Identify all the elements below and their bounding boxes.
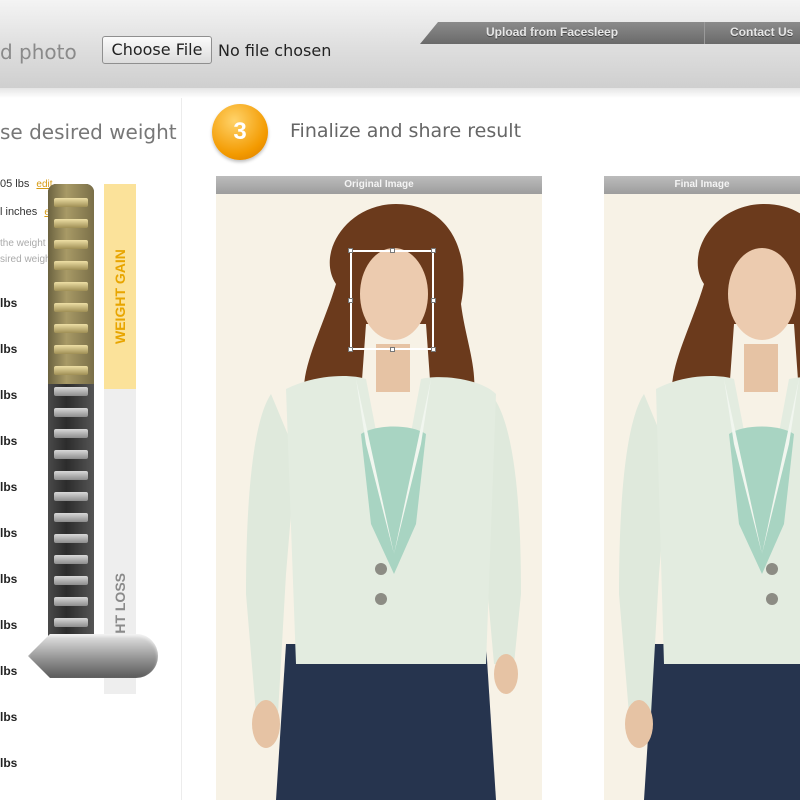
slider-tick [54,408,88,417]
original-image-header: Original Image [216,176,542,194]
original-image-panel: Original Image [216,176,542,800]
slider-tick [54,366,88,375]
slider-tick [54,240,88,249]
ruler-label: lbs [0,296,18,310]
weight-gain-label: WEIGHT GAIN [112,249,128,344]
tab-divider [704,22,705,44]
tab-contact-us[interactable]: Contact Us [730,25,793,43]
face-box-handle[interactable] [348,298,353,303]
face-box-handle[interactable] [390,347,395,352]
upload-step-title: d photo [0,40,77,64]
weight-gain-zone [48,184,94,384]
ruler-label: lbs [0,756,18,770]
ruler-label: lbs [0,342,18,356]
face-detection-box[interactable] [348,248,436,352]
final-image-panel: Final Image [604,176,800,800]
ruler-label: lbs [0,664,18,678]
face-box-handle[interactable] [390,248,395,253]
current-weight-row: 05 lbs edit [0,178,53,190]
face-box-handle[interactable] [348,347,353,352]
slider-tick [54,303,88,312]
weight-slider-track[interactable] [48,184,94,678]
final-image-header: Final Image [604,176,800,194]
slider-tick [54,597,88,606]
slider-tick [54,429,88,438]
ruler-label: lbs [0,710,18,724]
slider-tick [54,282,88,291]
current-height-value: l inches [0,206,38,218]
step-number-badge: 3 [212,104,268,160]
slider-tick [54,219,88,228]
slider-tick [54,450,88,459]
slider-tick [54,324,88,333]
toolbar-shadow [0,88,800,98]
slider-tick [54,576,88,585]
weight-gain-band: WEIGHT GAIN [104,184,136,389]
face-box-handle[interactable] [431,248,436,253]
slider-tick [54,492,88,501]
slider-tick [54,345,88,354]
tab-upload-from-facesleep[interactable]: Upload from Facesleep [486,25,618,43]
slider-tick [54,618,88,627]
ruler-label: lbs [0,618,18,632]
result-step-title: Finalize and share result [290,120,522,142]
ruler-label: lbs [0,572,18,586]
file-status-text: No file chosen [218,41,332,60]
top-toolbar: Upload from Facesleep Contact Us d photo… [0,0,800,88]
face-box-handle[interactable] [431,298,436,303]
final-person-photo [604,194,800,800]
ruler-label: lbs [0,388,18,402]
slider-tick [54,513,88,522]
slider-tick [54,534,88,543]
slider-tick [54,555,88,564]
face-box-handle[interactable] [431,347,436,352]
slider-tick [54,387,88,396]
ruler-label: lbs [0,434,18,448]
slider-tick [54,471,88,480]
weight-panel-title: se desired weight [0,120,177,144]
face-box-handle[interactable] [348,248,353,253]
ruler-label: lbs [0,526,18,540]
slider-tick [54,198,88,207]
ruler-label: lbs [0,480,18,494]
choose-file-button[interactable]: Choose File [102,36,212,64]
slider-tick [54,261,88,270]
current-weight-value: 05 lbs [0,178,30,190]
weight-slider-handle[interactable] [28,634,158,678]
